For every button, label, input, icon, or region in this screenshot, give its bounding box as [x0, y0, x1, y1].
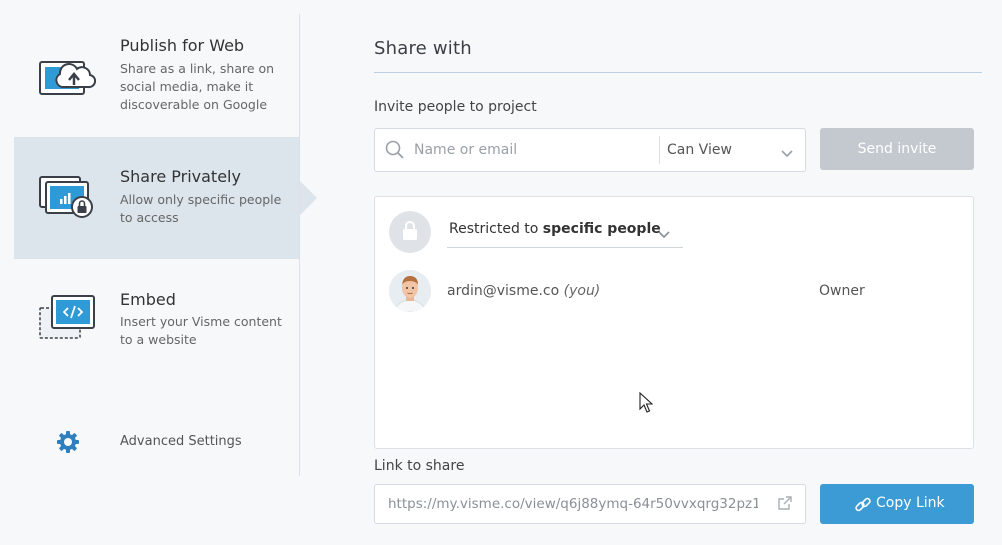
access-level-select[interactable]: Restricted to specific people — [449, 221, 661, 237]
chevron-down-icon[interactable] — [780, 144, 794, 163]
chevron-down-icon[interactable] — [657, 225, 671, 244]
external-link-icon[interactable] — [777, 495, 793, 515]
member-you-tag: (you) — [563, 283, 601, 299]
invite-field-group: Name or email Can View — [374, 128, 806, 172]
page-title: Share with — [374, 38, 472, 59]
invite-label: Invite people to project — [374, 99, 537, 115]
sidebar-divider — [299, 14, 300, 476]
member-email: ardin@visme.co (you) — [447, 283, 600, 299]
gear-icon — [56, 430, 80, 458]
title-divider — [374, 72, 982, 73]
share-panel: Share with Invite people to project Name… — [374, 0, 984, 545]
sidebar-item-desc: Insert your Visme content to a website — [120, 314, 282, 347]
share-link-url[interactable]: https://my.visme.co/view/q6j88ymq-64r50v… — [388, 496, 758, 512]
access-level-prefix: Restricted to — [449, 221, 539, 237]
lock-icon — [389, 211, 431, 253]
private-share-icon — [38, 173, 96, 223]
member-role: Owner — [819, 283, 865, 299]
advanced-settings-label: Advanced Settings — [120, 434, 242, 449]
field-separator — [659, 136, 660, 164]
sidebar-item-title: Publish for Web — [120, 36, 245, 55]
share-sidebar: Publish for Web Share as a link, share o… — [0, 0, 317, 545]
link-label: Link to share — [374, 458, 465, 474]
copy-link-button[interactable]: Copy Link — [820, 484, 974, 524]
copy-link-label: Copy Link — [876, 495, 945, 511]
people-list: Restricted to specific people ardin@vism… — [374, 196, 974, 449]
sidebar-item-title: Share Privately — [120, 167, 241, 186]
member-email-address: ardin@visme.co — [447, 283, 560, 299]
embed-code-icon — [38, 294, 96, 346]
mouse-cursor-icon — [639, 391, 654, 418]
search-icon — [385, 140, 405, 164]
sidebar-item-title: Embed — [120, 290, 176, 309]
sidebar-item-share-privately[interactable]: Share Privately Allow only specific peop… — [14, 137, 317, 259]
permission-select[interactable]: Can View — [667, 142, 732, 158]
link-icon — [855, 497, 871, 512]
advanced-settings-link[interactable]: Advanced Settings — [14, 424, 300, 460]
avatar — [389, 270, 431, 312]
share-link-field[interactable]: https://my.visme.co/view/q6j88ymq-64r50v… — [374, 484, 806, 524]
cloud-upload-icon — [38, 52, 97, 102]
sidebar-item-publish-web[interactable]: Publish for Web Share as a link, share o… — [14, 14, 300, 137]
sidebar-item-desc: Allow only specific people to access — [120, 192, 282, 225]
search-input[interactable]: Name or email — [414, 142, 517, 158]
select-underline — [447, 247, 683, 248]
sidebar-item-desc: Share as a link, share on social media, … — [120, 61, 275, 112]
sidebar-item-embed[interactable]: Embed Insert your Visme content to a web… — [14, 259, 300, 379]
access-level-value: specific people — [542, 221, 661, 237]
send-invite-button[interactable]: Send invite — [820, 128, 974, 170]
